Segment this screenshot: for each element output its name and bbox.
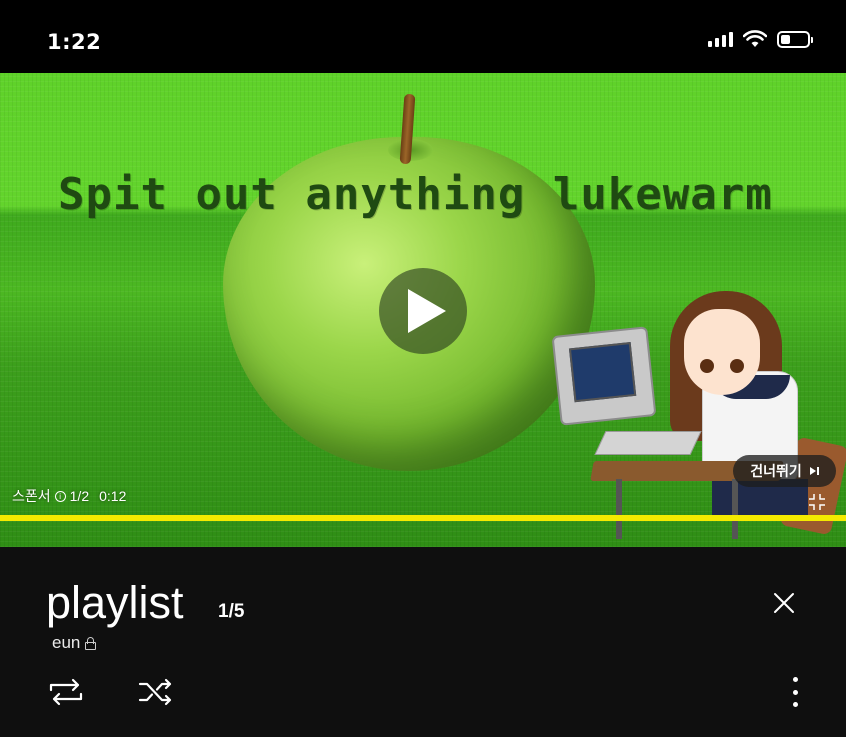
play-icon [408,289,446,333]
eye-left [700,359,714,373]
ad-info: 스폰서 i 1/2 0:12 [12,486,126,506]
signal-icon [708,31,733,47]
skip-ad-button[interactable]: 건너뛰기 [733,455,836,487]
playlist-count: 1/5 [218,601,245,622]
monitor-screen [568,342,637,403]
lock-icon [85,636,97,650]
eye-right [730,359,744,373]
sponsor-label: 스폰서 [12,488,51,504]
wifi-icon [743,30,767,47]
shuffle-icon[interactable] [138,677,174,707]
face-graphic [684,309,760,395]
battery-icon [777,30,813,48]
skip-label: 건너뛰기 [750,463,802,479]
status-bar: 1:22 [0,0,846,73]
keyboard-graphic [594,431,702,455]
loop-icon[interactable] [48,677,84,707]
ad-time: 0:12 [99,488,127,504]
more-options-icon[interactable] [784,677,806,707]
character-illustration [551,291,846,547]
owner-name: eun [52,633,81,652]
desk-leg [616,479,622,539]
status-icons [708,30,813,48]
battery-level-fill [781,34,790,44]
play-button[interactable] [379,268,467,354]
video-overlay-text: Spit out anything lukewarm [58,169,773,220]
ad-position: 1/2 [69,488,90,504]
playlist-panel: playlist 1/5 eun [0,547,846,737]
computer-monitor-graphic [551,326,657,426]
skip-next-icon [809,467,819,475]
minimize-icon[interactable] [808,493,826,511]
info-icon[interactable]: i [54,490,66,502]
status-time: 1:22 [47,30,102,54]
playlist-owner: eun [52,633,97,653]
playlist-title: playlist [46,577,184,628]
close-icon[interactable] [771,590,797,616]
desk-leg [732,479,738,539]
ad-progress-bar[interactable] [0,515,846,521]
video-player[interactable]: Spit out anything lukewarm 스폰서 i 1/2 0:1… [0,73,846,547]
